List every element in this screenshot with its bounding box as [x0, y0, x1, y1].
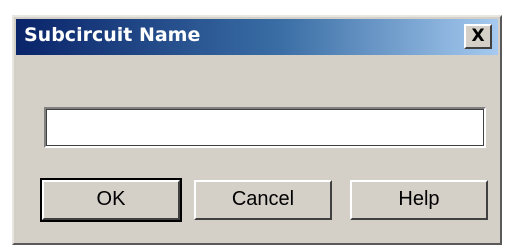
ok-button[interactable]: OK: [40, 178, 182, 222]
close-icon: X: [471, 26, 485, 46]
title-bar[interactable]: Subcircuit Name X: [16, 19, 498, 55]
help-button[interactable]: Help: [350, 180, 488, 220]
dialog-title: Subcircuit Name: [24, 24, 201, 46]
subcircuit-name-dialog: Subcircuit Name X OK Cancel Help: [12, 15, 502, 245]
close-button[interactable]: X: [464, 24, 492, 49]
subcircuit-name-input[interactable]: [44, 107, 486, 148]
cancel-button[interactable]: Cancel: [194, 180, 332, 220]
